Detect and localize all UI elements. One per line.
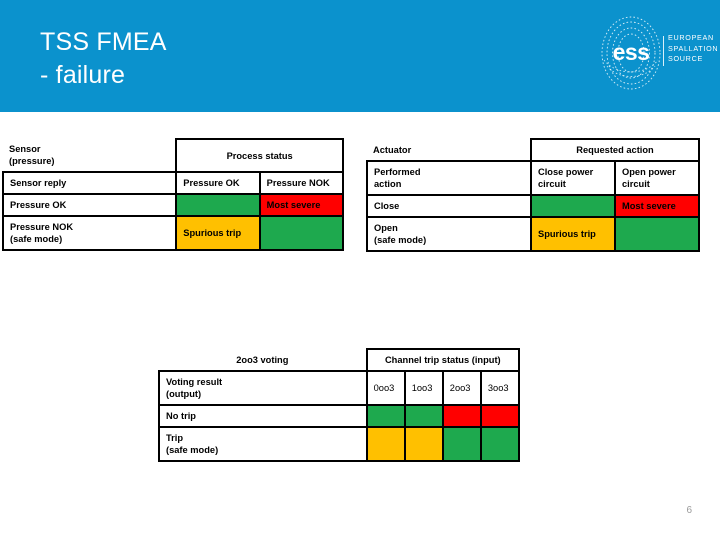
voting-row-label-2: Trip (safe mode) bbox=[158, 426, 368, 462]
sensor-row-header-label: Sensor reply bbox=[1, 171, 178, 195]
voting-cell-1-2 bbox=[403, 404, 444, 428]
table-row: Sensor reply Pressure OK Pressure NOK bbox=[1, 171, 345, 195]
ess-logo-name: EUROPEAN SPALLATION SOURCE bbox=[668, 33, 719, 63]
svg-text:ess: ess bbox=[613, 39, 650, 65]
sensor-fmea-table: Sensor (pressure) Process status Sensor … bbox=[1, 138, 345, 251]
logo-divider bbox=[663, 36, 664, 66]
ess-logo-mark: ess bbox=[601, 16, 661, 90]
sensor-cell-2-2 bbox=[258, 215, 345, 251]
table-row: Close Most severe bbox=[366, 194, 700, 218]
sensor-row-label-2: Pressure NOK (safe mode) bbox=[1, 215, 178, 251]
voting-row-label-1: No trip bbox=[158, 404, 368, 428]
table-row: Trip (safe mode) bbox=[158, 426, 521, 462]
actuator-row-label-2: Open (safe mode) bbox=[366, 216, 532, 252]
table-row: Sensor (pressure) Process status bbox=[3, 138, 344, 173]
table-row: Actuator Requested action bbox=[367, 138, 700, 162]
voting-col-header-4: 3oo3 bbox=[479, 370, 521, 406]
voting-cell-1-4 bbox=[479, 404, 521, 428]
table-row: Pressure NOK (safe mode) Spurious trip bbox=[1, 215, 345, 251]
actuator-cell-2-2 bbox=[614, 216, 700, 252]
sensor-cell-2-1: Spurious trip bbox=[175, 215, 261, 251]
actuator-group-header: Requested action bbox=[530, 138, 700, 162]
sensor-row-label-1: Pressure OK bbox=[1, 193, 178, 217]
actuator-row-header-label: Performed action bbox=[366, 160, 532, 196]
header-banner: TSS FMEA - failure ess EUROPEAN SPALLATI… bbox=[0, 0, 720, 112]
page-number: 6 bbox=[686, 505, 692, 516]
sensor-cell-1-2: Most severe bbox=[258, 193, 345, 217]
voting-cell-2-3 bbox=[441, 426, 482, 462]
sensor-col-header-1: Pressure OK bbox=[175, 171, 261, 195]
actuator-corner-label: Actuator bbox=[367, 139, 531, 162]
voting-col-header-1: 0oo3 bbox=[365, 370, 406, 406]
voting-fmea-table: 2oo3 voting Channel trip status (input) … bbox=[158, 348, 521, 462]
voting-cell-1-1 bbox=[365, 404, 406, 428]
sensor-cell-1-1 bbox=[175, 193, 261, 217]
table-row: Open (safe mode) Spurious trip bbox=[366, 216, 700, 252]
actuator-cell-1-2: Most severe bbox=[614, 194, 700, 218]
actuator-cell-1-1 bbox=[530, 194, 616, 218]
sensor-group-header: Process status bbox=[175, 138, 344, 173]
table-row: 2oo3 voting Channel trip status (input) bbox=[159, 348, 521, 372]
voting-corner-label: 2oo3 voting bbox=[159, 349, 367, 372]
table-row: No trip bbox=[158, 404, 521, 428]
voting-col-header-2: 1oo3 bbox=[403, 370, 444, 406]
voting-row-header-label: Voting result (output) bbox=[158, 370, 368, 406]
voting-group-header: Channel trip status (input) bbox=[365, 348, 521, 372]
ess-logo: ess EUROPEAN SPALLATION SOURCE bbox=[598, 14, 718, 92]
page-title: TSS FMEA - failure bbox=[40, 28, 167, 89]
actuator-fmea-table: Actuator Requested action Performed acti… bbox=[366, 138, 700, 252]
voting-cell-1-3 bbox=[441, 404, 482, 428]
sensor-corner-label: Sensor (pressure) bbox=[3, 139, 177, 173]
actuator-row-label-1: Close bbox=[366, 194, 532, 218]
voting-cell-2-2 bbox=[403, 426, 444, 462]
table-row: Voting result (output) 0oo3 1oo3 2oo3 3o… bbox=[158, 370, 521, 406]
actuator-cell-2-1: Spurious trip bbox=[530, 216, 616, 252]
sensor-col-header-2: Pressure NOK bbox=[258, 171, 345, 195]
actuator-col-header-2: Open power circuit bbox=[614, 160, 700, 196]
actuator-col-header-1: Close power circuit bbox=[530, 160, 616, 196]
voting-col-header-3: 2oo3 bbox=[441, 370, 482, 406]
table-row: Pressure OK Most severe bbox=[1, 193, 345, 217]
table-row: Performed action Close power circuit Ope… bbox=[366, 160, 700, 196]
voting-cell-2-4 bbox=[479, 426, 521, 462]
voting-cell-2-1 bbox=[365, 426, 406, 462]
